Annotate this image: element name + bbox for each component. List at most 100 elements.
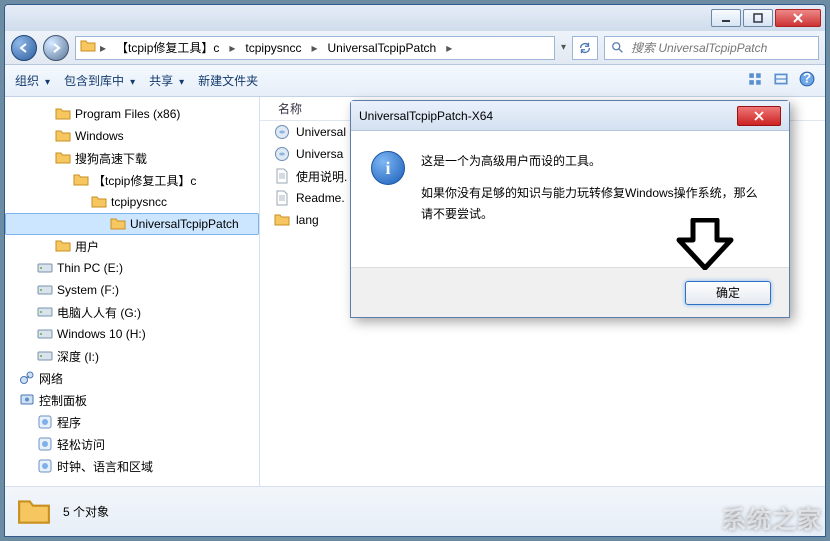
tree-item-label: Windows [75, 129, 124, 143]
tree-item-label: 搜狗高速下载 [75, 150, 147, 167]
maximize-button[interactable] [743, 9, 773, 27]
tree-item[interactable]: Windows 10 (H:) [5, 323, 259, 345]
tree-item-label: 轻松访问 [57, 436, 105, 453]
tree-item[interactable]: 深度 (I:) [5, 345, 259, 367]
preview-pane-button[interactable] [773, 71, 789, 90]
drive-icon [37, 282, 53, 298]
file-name: Universa [296, 147, 343, 161]
folder-icon [55, 150, 71, 166]
navigation-pane[interactable]: Program Files (x86) Windows 搜狗高速下载【tcpip修复… [5, 97, 260, 486]
toolbar: 组织 包含到库中 共享 新建文件夹 [5, 65, 825, 97]
tree-item[interactable]: Windows [5, 125, 259, 147]
tree-item[interactable]: 控制面板 [5, 389, 259, 411]
tree-item[interactable]: 时钟、语言和区域 [5, 455, 259, 477]
breadcrumb[interactable]: ▸ 【tcpip修复工具】c ▸ tcpipysncc ▸ UniversalT… [75, 36, 555, 60]
status-object-count: 5 个对象 [63, 503, 109, 520]
app-icon [37, 436, 53, 452]
panel-icon [19, 392, 35, 408]
include-in-library-menu[interactable]: 包含到库中 [64, 72, 135, 89]
drive-icon [37, 260, 53, 276]
folder-icon [91, 194, 107, 210]
drive-icon [37, 304, 53, 320]
new-folder-button[interactable]: 新建文件夹 [198, 72, 258, 89]
tree-item-label: tcpipysncc [111, 195, 167, 209]
tree-item[interactable]: Thin PC (E:) [5, 257, 259, 279]
view-mode-button[interactable] [747, 71, 763, 90]
file-name: lang [296, 213, 319, 227]
tree-item[interactable]: 程序 [5, 411, 259, 433]
chevron-right-icon[interactable]: ▸ [227, 37, 237, 59]
folder-icon [55, 238, 71, 254]
tree-item-label: 【tcpip修复工具】c [93, 172, 196, 189]
chevron-right-icon[interactable]: ▸ [98, 37, 108, 59]
breadcrumb-item[interactable]: UniversalTcpipPatch [321, 37, 442, 59]
tree-item-label: Windows 10 (H:) [57, 327, 146, 341]
breadcrumb-item[interactable]: 【tcpip修复工具】c [110, 37, 225, 59]
exe-icon [274, 124, 290, 140]
folder-icon [73, 172, 89, 188]
refresh-button[interactable] [572, 36, 598, 60]
dialog-ok-button[interactable]: 确定 [685, 281, 771, 305]
tree-item[interactable]: 轻松访问 [5, 433, 259, 455]
annotation-arrow-icon [675, 218, 735, 270]
tree-item-label: 时钟、语言和区域 [57, 458, 153, 475]
close-button[interactable] [775, 9, 821, 27]
folder-icon [55, 106, 71, 122]
tree-item[interactable]: 电脑人人有 (G:) [5, 301, 259, 323]
folder-icon [55, 128, 71, 144]
exe-icon [274, 146, 290, 162]
file-name: 使用说明. [296, 168, 347, 185]
txt-icon [274, 190, 290, 206]
search-placeholder: 搜索 UniversalTcpipPatch [631, 39, 767, 56]
tree-item-label: 控制面板 [39, 392, 87, 409]
share-menu[interactable]: 共享 [149, 72, 184, 89]
chevron-right-icon[interactable]: ▸ [444, 37, 454, 59]
tree-item-label: 程序 [57, 414, 81, 431]
drive-icon [37, 348, 53, 364]
folder-icon [15, 495, 53, 529]
tree-item-label: 电脑人人有 (G:) [57, 304, 141, 321]
tree-item-label: Thin PC (E:) [57, 261, 123, 275]
file-name: Universal [296, 125, 346, 139]
tree-item-label: System (F:) [57, 283, 119, 297]
tree-item-label: UniversalTcpipPatch [130, 217, 239, 231]
app-icon [37, 414, 53, 430]
breadcrumb-item[interactable]: tcpipysncc [239, 37, 307, 59]
search-input[interactable]: 搜索 UniversalTcpipPatch [604, 36, 819, 60]
drive-icon [37, 326, 53, 342]
breadcrumb-dropdown-icon[interactable]: ▾ [561, 42, 566, 53]
txt-icon [274, 168, 290, 184]
dialog-close-button[interactable] [737, 106, 781, 126]
address-bar: ▸ 【tcpip修复工具】c ▸ tcpipysncc ▸ UniversalT… [5, 31, 825, 65]
minimize-button[interactable] [711, 9, 741, 27]
nav-back-button[interactable] [11, 35, 37, 61]
app-icon [37, 458, 53, 474]
tree-item[interactable]: UniversalTcpipPatch [5, 213, 259, 235]
folder-icon [80, 38, 96, 57]
dialog-titlebar[interactable]: UniversalTcpipPatch-X64 [351, 101, 789, 131]
tree-item-label: 深度 (I:) [57, 348, 99, 365]
tree-item[interactable]: 用户 [5, 235, 259, 257]
folder-icon [274, 212, 290, 228]
tree-item[interactable]: 搜狗高速下载 [5, 147, 259, 169]
message-dialog: UniversalTcpipPatch-X64 i 这是一个为高级用户而设的工具… [350, 100, 790, 318]
tree-item-label: 网络 [39, 370, 63, 387]
tree-item-label: 用户 [75, 238, 99, 255]
dialog-title: UniversalTcpipPatch-X64 [359, 109, 737, 123]
tree-item[interactable]: Program Files (x86) [5, 103, 259, 125]
tree-item[interactable]: System (F:) [5, 279, 259, 301]
chevron-right-icon[interactable]: ▸ [309, 37, 319, 59]
organize-menu[interactable]: 组织 [15, 72, 50, 89]
window-titlebar [5, 5, 825, 31]
tree-item[interactable]: 网络 [5, 367, 259, 389]
status-bar: 5 个对象 [5, 486, 825, 536]
help-button[interactable] [799, 71, 815, 90]
net-icon [19, 370, 35, 386]
folder-icon [110, 216, 126, 232]
nav-forward-button[interactable] [43, 35, 69, 61]
tree-item-label: Program Files (x86) [75, 107, 180, 121]
tree-item[interactable]: 【tcpip修复工具】c [5, 169, 259, 191]
file-name: Readme. [296, 191, 345, 205]
search-icon [611, 41, 625, 55]
tree-item[interactable]: tcpipysncc [5, 191, 259, 213]
